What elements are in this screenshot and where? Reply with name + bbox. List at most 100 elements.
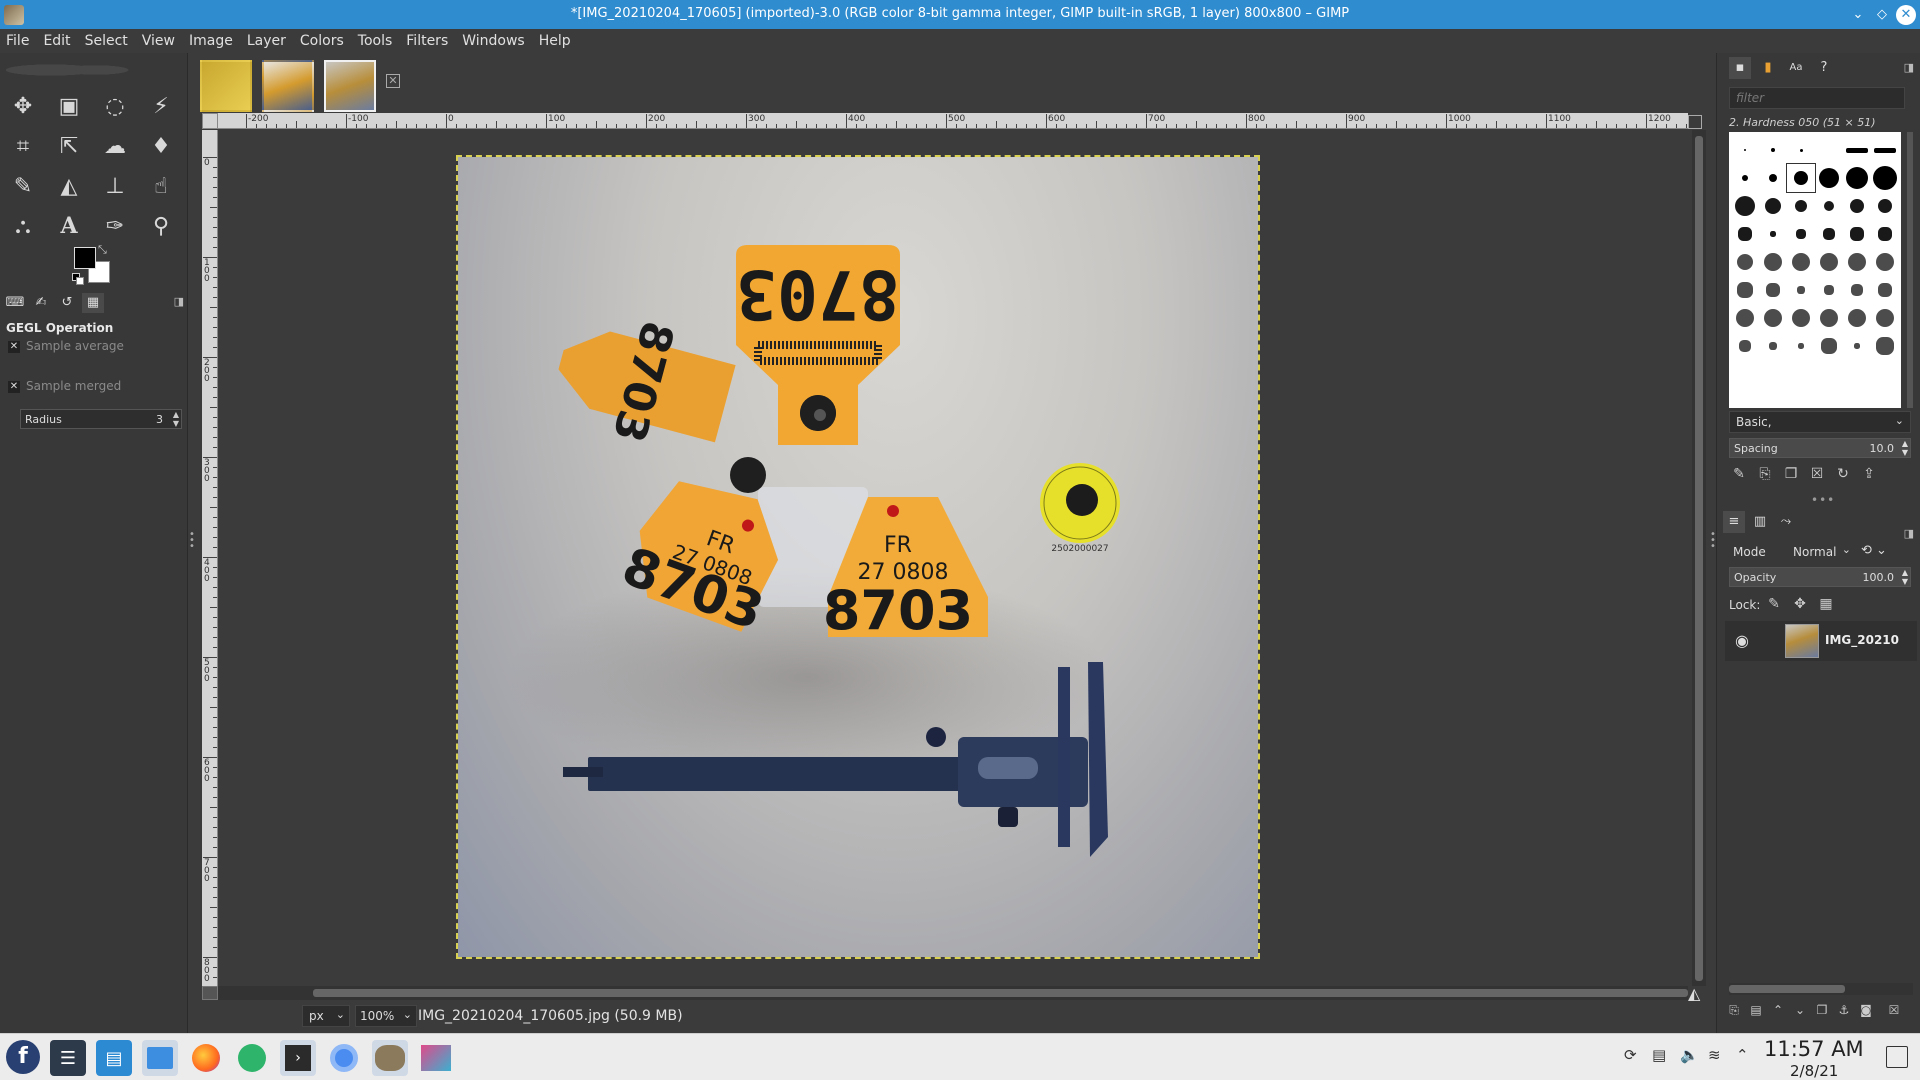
horizontal-scroll-thumb[interactable] xyxy=(313,989,1688,997)
brush-item[interactable] xyxy=(1815,276,1843,304)
vertical-ruler[interactable]: 0 100 200 300 400 500 600 700 800 xyxy=(202,130,218,986)
brush-grid[interactable] xyxy=(1729,132,1901,408)
lasso-icon[interactable]: ◌ xyxy=(98,91,132,121)
transform-icon[interactable]: ⇱ xyxy=(52,131,86,161)
vertical-scroll-thumb[interactable] xyxy=(1695,136,1703,981)
brush-item[interactable] xyxy=(1731,332,1759,360)
new-group-icon[interactable]: ▤ xyxy=(1747,1003,1765,1021)
brush-item[interactable] xyxy=(1815,136,1843,164)
brush-scrollbar[interactable] xyxy=(1907,132,1913,408)
file-manager-icon[interactable] xyxy=(142,1040,178,1076)
close-icon[interactable]: ✕ xyxy=(1896,5,1916,25)
tab-tool-options[interactable]: ⌨ xyxy=(4,293,26,313)
menu-file[interactable]: File xyxy=(0,29,36,53)
brush-item[interactable] xyxy=(1759,276,1787,304)
zoom-image-icon[interactable] xyxy=(1688,115,1702,129)
vertical-scrollbar[interactable] xyxy=(1692,130,1706,986)
spacing-field[interactable]: Spacing 10.0 ▲ ▼ xyxy=(1729,438,1911,458)
rect-select-icon[interactable]: ▣ xyxy=(52,91,86,121)
opacity-field[interactable]: Opacity 100.0 ▲ ▼ xyxy=(1729,567,1911,587)
brush-item[interactable] xyxy=(1843,192,1871,220)
clone-icon[interactable]: ⊥ xyxy=(98,171,132,201)
tab-channels[interactable]: ▥ xyxy=(1749,511,1771,533)
spacing-spinner[interactable]: ▲ ▼ xyxy=(1902,439,1908,457)
image-tab-3[interactable] xyxy=(324,60,376,112)
raise-layer-icon[interactable]: ⌃ xyxy=(1769,1003,1787,1021)
layer-name[interactable]: IMG_20210 xyxy=(1825,633,1915,647)
text-icon[interactable]: A xyxy=(52,211,86,241)
lock-pixels-icon[interactable]: ✎ xyxy=(1765,596,1783,614)
brush-item[interactable] xyxy=(1731,164,1759,192)
sample-merged-checkbox[interactable]: ✕ Sample merged xyxy=(8,379,121,393)
wifi-icon[interactable]: ≋ xyxy=(1708,1046,1721,1064)
brush-item[interactable] xyxy=(1871,248,1899,276)
left-dock-handle[interactable]: • • • xyxy=(189,530,195,552)
visibility-eye-icon[interactable]: ◉ xyxy=(1735,631,1749,650)
brush-item[interactable] xyxy=(1843,220,1871,248)
brush-item[interactable] xyxy=(1843,304,1871,332)
tab-menu-icon[interactable]: ◨ xyxy=(174,295,184,308)
edit-brush-icon[interactable]: ✎ xyxy=(1729,466,1749,486)
bucket-fill-icon[interactable]: ♦ xyxy=(144,131,178,161)
wilber-drop-zone[interactable] xyxy=(6,57,156,83)
paths-icon[interactable]: ⛬ xyxy=(6,211,40,241)
brush-item[interactable] xyxy=(1731,248,1759,276)
tray-expand-icon[interactable]: ⌃ xyxy=(1736,1046,1749,1064)
brush-item[interactable] xyxy=(1815,304,1843,332)
brush-item[interactable] xyxy=(1787,220,1815,248)
brush-item[interactable] xyxy=(1731,192,1759,220)
menu-select[interactable]: Select xyxy=(78,29,135,53)
navigate-icon[interactable]: ◭ xyxy=(1688,984,1700,1003)
layers-menu-icon[interactable]: ◨ xyxy=(1904,527,1914,540)
menu-windows[interactable]: Windows xyxy=(455,29,532,53)
color-picker-icon[interactable]: ✑ xyxy=(98,211,132,241)
brush-item[interactable] xyxy=(1731,220,1759,248)
swap-colors-icon[interactable]: ⤡ xyxy=(98,243,107,257)
image-tab-2[interactable] xyxy=(262,60,314,112)
settings-app-icon[interactable]: ☰ xyxy=(50,1040,86,1076)
dock-separator[interactable]: ••• xyxy=(1811,493,1835,507)
menu-filters[interactable]: Filters xyxy=(399,29,455,53)
move-icon[interactable]: ✥ xyxy=(6,91,40,121)
brush-item[interactable] xyxy=(1843,248,1871,276)
lock-alpha-icon[interactable]: ▦ xyxy=(1817,596,1835,614)
brush-item[interactable] xyxy=(1731,136,1759,164)
clock-time[interactable]: 11:57 AM xyxy=(1764,1037,1864,1061)
brush-item[interactable] xyxy=(1843,276,1871,304)
menu-image[interactable]: Image xyxy=(182,29,240,53)
mask-layer-icon[interactable]: ◙ xyxy=(1857,1003,1875,1021)
brush-item[interactable] xyxy=(1871,332,1899,360)
new-brush-icon[interactable]: ⎘ xyxy=(1755,466,1775,486)
horizontal-ruler[interactable]: -200 -100 0 100 200 300 400 500 600 700 800 900 1000… xyxy=(218,113,1688,129)
brush-item[interactable] xyxy=(1815,192,1843,220)
tab-paths[interactable]: ⤳ xyxy=(1775,511,1797,533)
composite-mode-icon[interactable]: ⟲ ⌄ xyxy=(1861,543,1887,558)
brush-item[interactable] xyxy=(1759,332,1787,360)
layers-scroll-thumb[interactable] xyxy=(1729,985,1845,993)
warp-icon[interactable]: ☁ xyxy=(98,131,132,161)
delete-brush-icon[interactable]: ☒ xyxy=(1807,466,1827,486)
brush-item[interactable] xyxy=(1871,164,1899,192)
foreground-color-swatch[interactable] xyxy=(74,247,96,269)
unit-select[interactable]: px ⌄ xyxy=(302,1005,350,1027)
brush-item[interactable] xyxy=(1787,192,1815,220)
clipboard-icon[interactable]: ▤ xyxy=(1652,1046,1666,1064)
brush-item[interactable] xyxy=(1731,276,1759,304)
volume-icon[interactable]: 🔈 xyxy=(1680,1046,1699,1064)
refresh-brushes-icon[interactable]: ↻ xyxy=(1833,466,1853,486)
brush-item[interactable] xyxy=(1787,248,1815,276)
brushes-menu-icon[interactable]: ◨ xyxy=(1904,61,1914,74)
tab-help[interactable]: ? xyxy=(1813,57,1835,79)
brush-item[interactable] xyxy=(1731,304,1759,332)
lower-layer-icon[interactable]: ⌄ xyxy=(1791,1003,1809,1021)
sample-average-checkbox[interactable]: ✕ Sample average xyxy=(8,339,124,353)
chrome-icon[interactable] xyxy=(326,1040,362,1076)
radius-field[interactable]: Radius 3 ▲ ▼ xyxy=(20,409,182,429)
updates-icon[interactable]: ⟳ xyxy=(1624,1046,1637,1064)
tab-brushes[interactable]: ▪ xyxy=(1729,57,1751,79)
menu-tools[interactable]: Tools xyxy=(351,29,400,53)
open-as-image-icon[interactable]: ⇪ xyxy=(1859,466,1879,486)
smudge-icon[interactable]: ☝ xyxy=(144,171,178,201)
zoom-select[interactable]: 100% ⌄ xyxy=(355,1005,417,1027)
software-store-icon[interactable]: ▤ xyxy=(96,1040,132,1076)
